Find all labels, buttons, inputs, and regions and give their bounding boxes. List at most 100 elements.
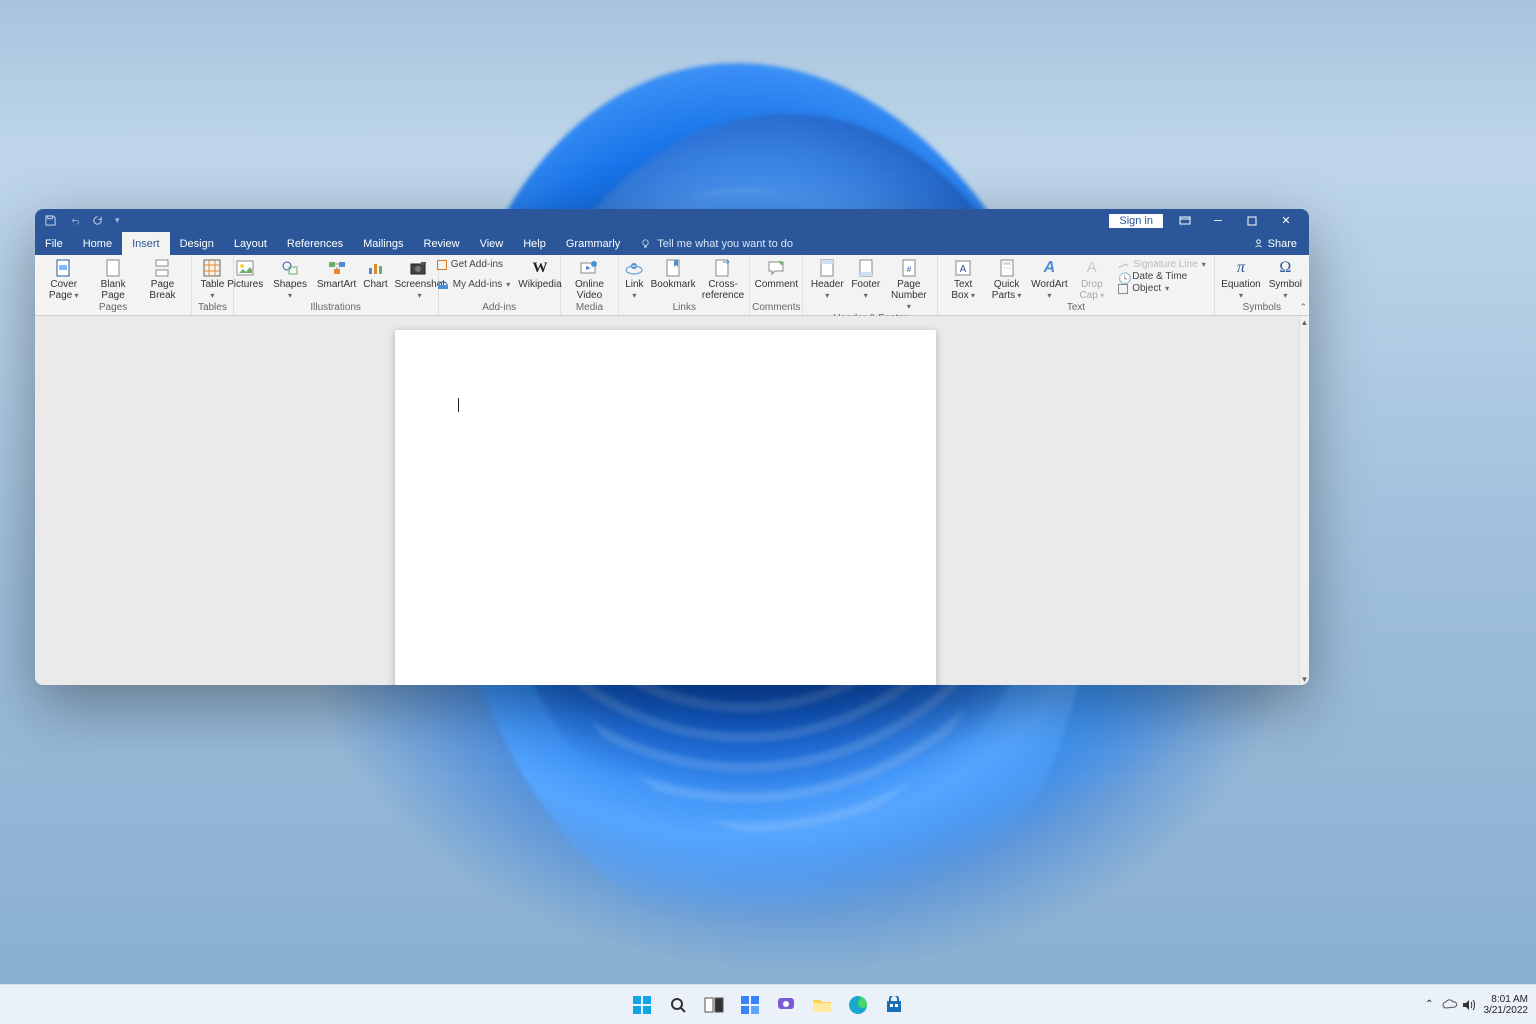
search-button[interactable]: [661, 988, 695, 1022]
comment-icon: [767, 259, 785, 277]
taskbar: ⌃ 8:01 AM 3/21/2022: [0, 984, 1536, 1024]
qat-customize-icon[interactable]: ▾: [115, 215, 120, 226]
signin-button[interactable]: Sign in: [1109, 214, 1163, 228]
tab-mailings[interactable]: Mailings: [353, 232, 413, 255]
table-icon: [203, 259, 221, 277]
wordart-icon: A: [1040, 259, 1058, 277]
share-button[interactable]: Share: [1253, 232, 1297, 255]
blank-page-icon: [104, 259, 122, 277]
link-icon: [625, 259, 643, 277]
group-text: A Text Box Quick Parts A WordArt A Drop …: [938, 255, 1214, 315]
drop-cap-button[interactable]: A Drop Cap: [1069, 257, 1114, 301]
onedrive-icon[interactable]: [1442, 999, 1458, 1010]
cross-reference-button[interactable]: Cross-reference: [697, 257, 749, 301]
vertical-scrollbar[interactable]: ▲ ▼: [1299, 316, 1309, 685]
tab-design[interactable]: Design: [170, 232, 224, 255]
quick-parts-icon: [998, 259, 1016, 277]
my-addins-button[interactable]: My Add-ins: [437, 279, 510, 290]
equation-icon: π: [1232, 259, 1250, 277]
redo-icon[interactable]: [92, 215, 103, 226]
close-button[interactable]: ✕: [1269, 209, 1303, 232]
pictures-icon: [236, 259, 254, 277]
tab-grammarly[interactable]: Grammarly: [556, 232, 630, 255]
text-cursor: [458, 398, 459, 412]
chart-button[interactable]: Chart: [360, 257, 392, 290]
link-button[interactable]: Link: [620, 257, 650, 301]
page-number-icon: #: [900, 259, 918, 277]
collapse-ribbon-icon[interactable]: ⌃: [1299, 302, 1307, 313]
save-icon[interactable]: [45, 215, 56, 226]
tab-references[interactable]: References: [277, 232, 353, 255]
wikipedia-icon: W: [531, 259, 549, 277]
taskbar-center: [625, 988, 911, 1022]
tab-view[interactable]: View: [470, 232, 514, 255]
ribbon: Cover Page Blank Page Page Break Pages: [35, 255, 1309, 316]
tab-review[interactable]: Review: [414, 232, 470, 255]
comment-button[interactable]: Comment: [751, 257, 802, 290]
page-break-icon: [153, 259, 171, 277]
group-label-symbols: Symbols: [1243, 301, 1281, 315]
text-box-button[interactable]: A Text Box: [942, 257, 983, 301]
volume-icon[interactable]: [1462, 999, 1476, 1011]
tab-home[interactable]: Home: [73, 232, 122, 255]
page-number-button[interactable]: # Page Number: [884, 257, 933, 312]
object-button[interactable]: Object: [1118, 283, 1169, 294]
widgets-button[interactable]: [733, 988, 767, 1022]
cover-page-icon: [55, 259, 73, 277]
page-break-button[interactable]: Page Break: [138, 257, 187, 301]
lightbulb-icon: [640, 238, 651, 249]
date-time-button[interactable]: 🕓Date & Time: [1118, 271, 1187, 282]
tell-me-search[interactable]: Tell me what you want to do: [630, 232, 803, 255]
start-button[interactable]: [625, 988, 659, 1022]
store-button[interactable]: [877, 988, 911, 1022]
quick-parts-button[interactable]: Quick Parts: [984, 257, 1030, 301]
shapes-button[interactable]: Shapes: [267, 257, 314, 301]
get-addins-button[interactable]: Get Add-ins: [437, 259, 503, 270]
online-video-icon: [580, 259, 598, 277]
smartart-button[interactable]: SmartArt: [313, 257, 359, 290]
header-button[interactable]: Header: [807, 257, 847, 301]
scroll-down-icon[interactable]: ▼: [1300, 673, 1309, 685]
tray-chevron-icon[interactable]: ⌃: [1425, 999, 1433, 1010]
taskbar-clock[interactable]: 8:01 AM 3/21/2022: [1484, 994, 1529, 1016]
undo-icon[interactable]: [68, 215, 80, 226]
ribbon-display-options-icon[interactable]: [1179, 216, 1191, 226]
wordart-button[interactable]: A WordArt: [1029, 257, 1069, 301]
document-page[interactable]: [395, 330, 936, 685]
footer-icon: [857, 259, 875, 277]
blank-page-button[interactable]: Blank Page: [88, 257, 137, 301]
ribbon-tabs: File Home Insert Design Layout Reference…: [35, 232, 1309, 255]
document-area[interactable]: ▲ ▼: [35, 316, 1309, 685]
symbol-button[interactable]: Ω Symbol: [1264, 257, 1306, 301]
tab-file[interactable]: File: [35, 232, 73, 255]
header-icon: [818, 259, 836, 277]
bookmark-button[interactable]: Bookmark: [649, 257, 697, 290]
pictures-button[interactable]: Pictures: [224, 257, 267, 290]
file-explorer-button[interactable]: [805, 988, 839, 1022]
group-media: Online Video Media: [561, 255, 619, 315]
clock-icon: 🕓: [1118, 272, 1128, 282]
tab-help[interactable]: Help: [513, 232, 556, 255]
tell-me-label: Tell me what you want to do: [657, 238, 793, 250]
cover-page-button[interactable]: Cover Page: [39, 257, 88, 301]
tab-layout[interactable]: Layout: [224, 232, 277, 255]
equation-button[interactable]: π Equation: [1217, 257, 1264, 301]
object-icon: [1118, 284, 1128, 294]
edge-button[interactable]: [841, 988, 875, 1022]
minimize-button[interactable]: ─: [1201, 209, 1235, 232]
chat-button[interactable]: [769, 988, 803, 1022]
maximize-button[interactable]: [1235, 209, 1269, 232]
tab-insert[interactable]: Insert: [122, 232, 170, 255]
taskbar-tray-area: ⌃ 8:01 AM 3/21/2022: [1425, 994, 1528, 1016]
share-icon: [1253, 238, 1264, 249]
group-label-illustrations: Illustrations: [310, 301, 361, 315]
footer-button[interactable]: Footer: [847, 257, 884, 301]
wikipedia-button[interactable]: W Wikipedia: [514, 257, 565, 290]
desktop: ▾ Sign in ─ ✕ File Home Insert Design La…: [0, 0, 1536, 1024]
taskbar-date: 3/21/2022: [1484, 1005, 1529, 1016]
signature-line-button[interactable]: Signature Line: [1118, 259, 1206, 270]
scroll-up-icon[interactable]: ▲: [1300, 316, 1309, 328]
group-pages: Cover Page Blank Page Page Break Pages: [35, 255, 192, 315]
online-video-button[interactable]: Online Video: [565, 257, 614, 301]
task-view-button[interactable]: [697, 988, 731, 1022]
